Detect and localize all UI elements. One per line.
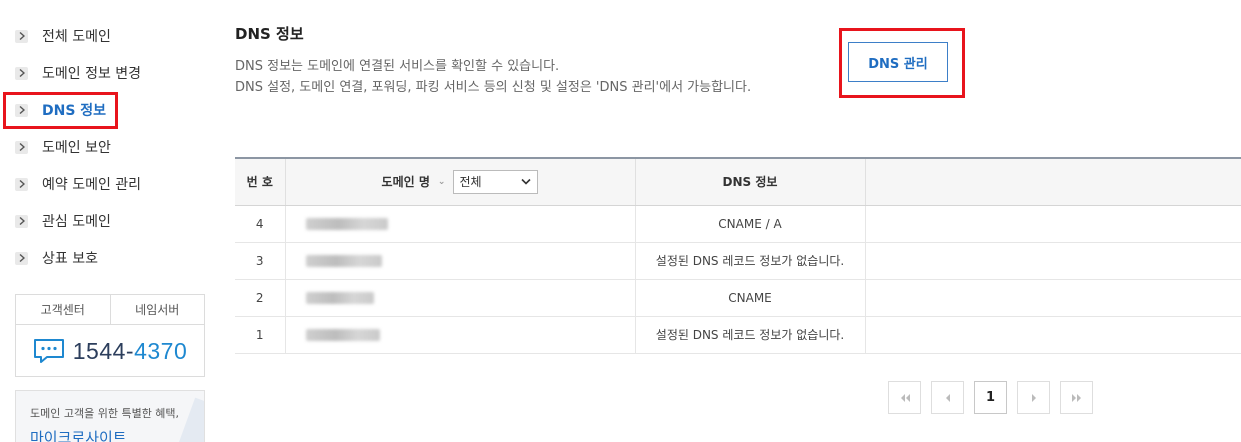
chevron-right-icon — [15, 214, 28, 228]
double-chevron-left-icon — [900, 393, 910, 402]
cell-empty — [864, 279, 1241, 317]
sidebar-item-trademark-protection[interactable]: 상표 보호 — [15, 246, 98, 270]
domain-filter-value: 전체 — [459, 175, 482, 190]
cell-empty — [864, 242, 1241, 280]
col-header-dns-info: DNS 정보 — [634, 157, 865, 206]
sidebar-item-label: 도메인 보안 — [42, 140, 111, 156]
cell-domain-redacted[interactable] — [284, 279, 635, 317]
chevron-right-icon — [15, 66, 28, 80]
chevron-right-icon — [15, 29, 28, 43]
col-header-empty — [864, 157, 1241, 206]
cell-empty — [864, 316, 1241, 354]
col-header-number: 번 호 — [235, 157, 285, 206]
dns-table-wrap: 번 호 도메인 명 ⌄ 전체 DNS 정보 4 CNAME / A 3 설정된 … — [235, 157, 1241, 354]
cell-domain-redacted[interactable] — [284, 205, 635, 243]
tab-nameserver[interactable]: 네임서버 — [109, 295, 205, 324]
sidebar: 전체 도메인 도메인 정보 변경 DNS 정보 도메인 보안 예약 도메인 관리… — [0, 0, 210, 442]
table-row: 3 설정된 DNS 레코드 정보가 없습니다. — [235, 242, 1241, 280]
promo-banner[interactable]: 도메인 고객을 위한 특별한 혜택, 마이크로사이트 — [15, 390, 205, 442]
table-header-row: 번 호 도메인 명 ⌄ 전체 DNS 정보 — [235, 157, 1241, 206]
cell-dns-info: CNAME / A — [634, 205, 865, 243]
sidebar-item-label: 예약 도메인 관리 — [42, 177, 142, 193]
chevron-left-icon — [945, 393, 950, 402]
cell-number: 1 — [235, 316, 285, 354]
cell-number: 4 — [235, 205, 285, 243]
phone-number-prefix: 1544- — [72, 337, 135, 364]
chevron-right-icon — [1031, 393, 1036, 402]
cell-domain-redacted[interactable] — [284, 242, 635, 280]
sidebar-item-domain-info-change[interactable]: 도메인 정보 변경 — [15, 61, 141, 85]
page-title: DNS 정보 — [235, 25, 304, 43]
sidebar-item-domain-security[interactable]: 도메인 보안 — [15, 135, 111, 159]
table-row: 2 CNAME — [235, 279, 1241, 317]
domain-filter-select[interactable]: 전체 — [453, 169, 539, 194]
first-page-button[interactable] — [888, 381, 921, 414]
phone-number: 1544-4370 — [73, 338, 188, 365]
chevron-right-icon — [15, 251, 28, 265]
support-box: 고객센터 네임서버 1544-4370 — [15, 294, 205, 377]
promo-text: 도메인 고객을 위한 특별한 혜택, — [30, 407, 180, 420]
last-page-button[interactable] — [1060, 381, 1093, 414]
double-chevron-right-icon — [1071, 393, 1081, 402]
sidebar-item-watched-domains[interactable]: 관심 도메인 — [15, 209, 111, 233]
sidebar-item-label: 상표 보호 — [42, 251, 98, 267]
pagination: 1 — [888, 381, 1103, 414]
chevron-down-icon — [521, 179, 532, 185]
chat-bubble-icon — [33, 339, 64, 363]
cell-dns-info: CNAME — [634, 279, 865, 317]
col-header-domain-label: 도메인 명 — [381, 175, 430, 190]
cell-dns-info: 설정된 DNS 레코드 정보가 없습니다. — [634, 316, 865, 354]
tab-customer-center[interactable]: 고객센터 — [16, 295, 110, 324]
dns-manage-button[interactable]: DNS 관리 — [848, 42, 948, 82]
table-row: 1 설정된 DNS 레코드 정보가 없습니다. — [235, 316, 1241, 354]
table-row: 4 CNAME / A — [235, 205, 1241, 243]
sidebar-item-label: 관심 도메인 — [42, 214, 111, 230]
support-phone: 1544-4370 — [16, 325, 204, 377]
prev-page-button[interactable] — [931, 381, 964, 414]
sidebar-item-reserved-domains[interactable]: 예약 도메인 관리 — [15, 172, 141, 196]
promo-decoration — [174, 397, 204, 442]
sidebar-item-label: 전체 도메인 — [42, 29, 111, 45]
support-tabs: 고객센터 네임서버 — [16, 295, 204, 325]
page-description-line2: DNS 설정, 도메인 연결, 포워딩, 파킹 서비스 등의 신청 및 설정은 … — [235, 80, 752, 95]
promo-title: 마이크로사이트 — [30, 429, 127, 442]
sidebar-item-all-domains[interactable]: 전체 도메인 — [15, 24, 111, 48]
chevron-right-icon — [15, 177, 28, 191]
cell-empty — [864, 205, 1241, 243]
page-button-current[interactable]: 1 — [974, 381, 1007, 414]
cell-domain-redacted[interactable] — [284, 316, 635, 354]
cell-number: 2 — [235, 279, 285, 317]
phone-number-suffix: 4370 — [134, 337, 188, 364]
dns-table: 번 호 도메인 명 ⌄ 전체 DNS 정보 4 CNAME / A 3 설정된 … — [235, 157, 1241, 354]
chevron-right-icon — [15, 140, 28, 154]
page-description-line1: DNS 정보는 도메인에 연결된 서비스를 확인할 수 있습니다. — [235, 59, 560, 74]
highlight-box — [3, 92, 118, 129]
next-page-button[interactable] — [1017, 381, 1050, 414]
cell-number: 3 — [235, 242, 285, 280]
chevron-down-icon: ⌄ — [437, 176, 446, 187]
cell-dns-info: 설정된 DNS 레코드 정보가 없습니다. — [634, 242, 865, 280]
col-header-domain: 도메인 명 ⌄ 전체 — [284, 157, 635, 206]
sidebar-item-label: 도메인 정보 변경 — [42, 66, 142, 82]
